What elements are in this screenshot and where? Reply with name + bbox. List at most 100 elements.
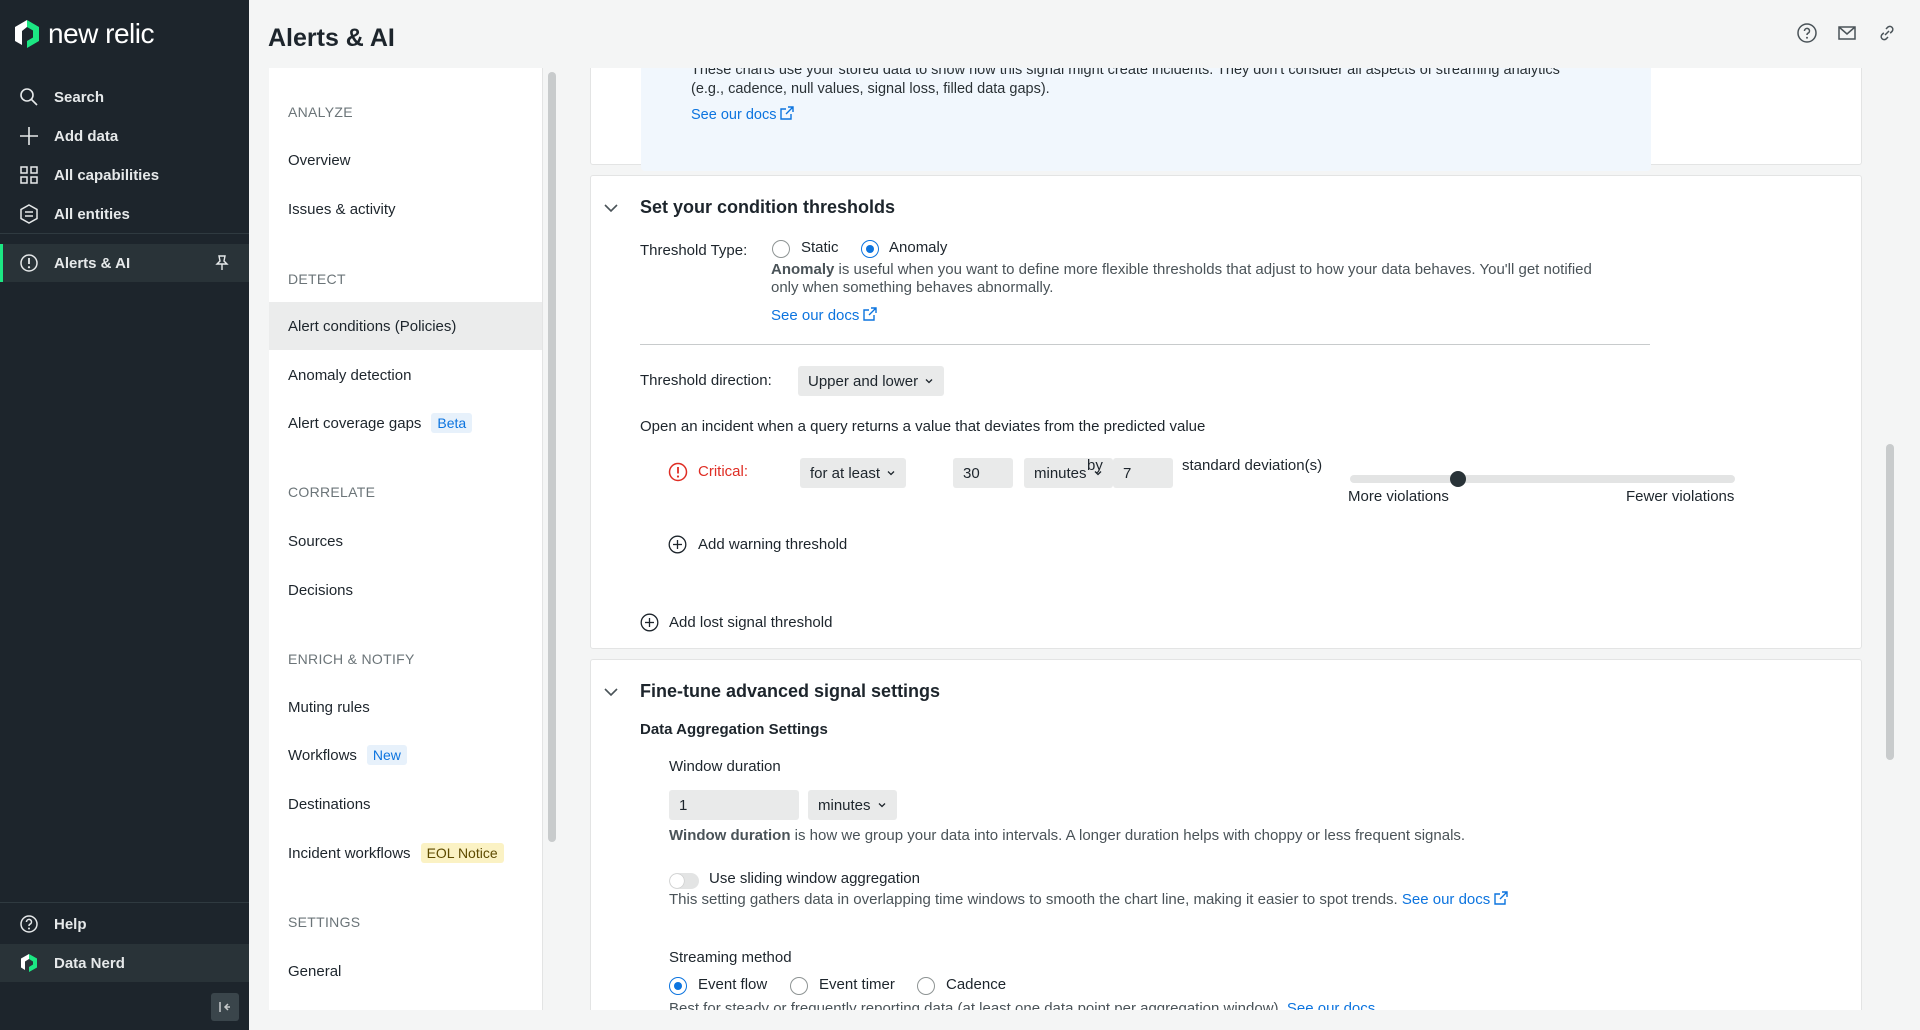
main-content: These charts use your stored data to sho… xyxy=(590,68,1862,1010)
sliding-window-toggle[interactable] xyxy=(669,873,699,889)
snav-item-issues-activity[interactable]: Issues & activity xyxy=(269,185,542,233)
mail-icon[interactable] xyxy=(1836,22,1858,44)
radio-anomaly-label: Anomaly xyxy=(889,239,948,256)
streaming-description: Best for steady or frequently reporting … xyxy=(669,1000,1375,1010)
radio-static-label: Static xyxy=(801,239,839,256)
sliding-window-description: This setting gathers data in overlapping… xyxy=(669,890,1509,909)
chevron-down-icon[interactable] xyxy=(602,683,620,701)
radio-event-flow[interactable] xyxy=(669,977,687,995)
info-line-2: (e.g., cadence, null values, signal loss… xyxy=(691,81,1050,97)
nav-help[interactable]: Help xyxy=(0,905,249,943)
snav-item-sources[interactable]: Sources xyxy=(269,517,542,565)
nav-all-capabilities[interactable]: All capabilities xyxy=(0,156,249,194)
alerts-secondary-nav: ANALYZE Overview Issues & activity DETEC… xyxy=(269,68,543,1010)
help-circle-icon[interactable] xyxy=(1796,22,1818,44)
nav-add-data-label: Add data xyxy=(54,127,119,145)
snav-item-workflows[interactable]: Workflows New xyxy=(269,731,542,779)
threshold-direction-label: Threshold direction: xyxy=(640,372,772,389)
main-scrollbar[interactable] xyxy=(1886,444,1894,760)
nav-help-label: Help xyxy=(54,915,87,933)
page-title: Alerts & AI xyxy=(268,24,395,52)
thresholds-divider xyxy=(640,344,1650,345)
window-unit-select[interactable]: minutes xyxy=(808,790,897,820)
streaming-docs-link[interactable]: See our docs xyxy=(1287,1000,1375,1010)
add-circle-icon[interactable] xyxy=(640,613,659,632)
snav-item-alert-coverage-gaps[interactable]: Alert coverage gaps Beta xyxy=(269,399,542,447)
deviation-input[interactable]: 7 xyxy=(1113,458,1173,488)
radio-cadence[interactable] xyxy=(917,977,935,995)
nav-all-capabilities-label: All capabilities xyxy=(54,166,160,184)
for-at-least-select[interactable]: for at least xyxy=(800,458,907,488)
chevron-down-icon xyxy=(878,803,885,808)
snav-item-label: Decisions xyxy=(288,581,354,599)
window-duration-input[interactable]: 1 xyxy=(669,790,799,820)
external-link-icon xyxy=(780,106,795,120)
violations-slider[interactable] xyxy=(1350,475,1735,483)
snav-item-anomaly-detection[interactable]: Anomaly detection xyxy=(269,351,542,399)
radio-static[interactable] xyxy=(772,240,790,258)
threshold-docs: See our docs xyxy=(771,306,878,324)
snav-item-general[interactable]: General xyxy=(269,947,542,995)
nav-add-data[interactable]: Add data xyxy=(0,117,249,155)
nav-user-label: Data Nerd xyxy=(54,954,125,972)
threshold-direction-select[interactable]: Upper and lower xyxy=(798,366,945,396)
snav-item-label: Alert coverage gaps xyxy=(288,414,422,432)
nav-search[interactable]: Search xyxy=(0,78,249,116)
threshold-direction-value: Upper and lower xyxy=(808,372,919,390)
snav-item-muting-rules[interactable]: Muting rules xyxy=(269,683,542,731)
anomaly-desc-line2: only when something behaves abnormally. xyxy=(771,279,1054,296)
new-relic-logo[interactable]: new relic xyxy=(14,16,154,52)
nav-divider-bottom xyxy=(0,902,249,903)
plus-icon xyxy=(20,127,38,145)
brand-name: new relic xyxy=(48,18,154,49)
snav-item-decisions[interactable]: Decisions xyxy=(269,566,542,614)
add-warning-threshold-button[interactable]: Add warning threshold xyxy=(698,536,847,553)
radio-anomaly[interactable] xyxy=(861,240,879,258)
snav-item-label: Destinations xyxy=(288,795,371,813)
collapse-icon xyxy=(219,1002,230,1012)
nav-all-entities[interactable]: All entities xyxy=(0,195,249,233)
snav-item-label: Incident workflows xyxy=(288,844,411,862)
nav-user[interactable]: Data Nerd xyxy=(0,944,249,982)
sliding-window-label: Use sliding window aggregation xyxy=(709,870,920,887)
search-icon xyxy=(20,88,38,106)
info-docs-link[interactable]: See our docs xyxy=(691,107,776,123)
section-settings: SETTINGS xyxy=(288,914,361,930)
snav-item-alert-conditions[interactable]: Alert conditions (Policies) xyxy=(269,302,542,350)
collapse-nav-button[interactable] xyxy=(211,993,239,1021)
snav-item-label: Alert conditions (Policies) xyxy=(288,317,457,335)
secondary-nav-scrollbar[interactable] xyxy=(548,72,556,842)
add-circle-icon[interactable] xyxy=(668,535,687,554)
advanced-title: Fine-tune advanced signal settings xyxy=(640,681,941,701)
thresholds-title: Set your condition thresholds xyxy=(640,197,896,217)
snav-item-incident-workflows[interactable]: Incident workflows EOL Notice xyxy=(269,829,542,877)
duration-input[interactable]: 30 xyxy=(953,458,1013,488)
snav-item-overview[interactable]: Overview xyxy=(269,136,542,184)
nav-all-entities-label: All entities xyxy=(54,205,130,223)
deviation-label: standard deviation(s) xyxy=(1182,457,1323,474)
sliding-docs-link[interactable]: See our docs xyxy=(1402,891,1490,908)
snav-item-destinations[interactable]: Destinations xyxy=(269,780,542,828)
window-description: Window duration is how we group your dat… xyxy=(669,827,1465,845)
link-icon[interactable] xyxy=(1876,22,1898,44)
pin-icon[interactable] xyxy=(213,254,231,272)
anomaly-bold: Anomaly xyxy=(771,261,835,278)
chevron-down-icon xyxy=(887,471,895,476)
entities-icon xyxy=(20,204,38,224)
aggregation-subtitle: Data Aggregation Settings xyxy=(640,721,828,738)
threshold-docs-link[interactable]: See our docs xyxy=(771,307,859,324)
chevron-down-icon[interactable] xyxy=(602,199,620,217)
nav-alerts-ai[interactable]: Alerts & AI xyxy=(0,244,249,282)
help-icon xyxy=(20,915,38,933)
preview-card: These charts use your stored data to sho… xyxy=(590,68,1862,171)
radio-event-timer[interactable] xyxy=(790,977,808,995)
violations-slider-thumb[interactable] xyxy=(1449,471,1466,487)
user-logo-icon xyxy=(21,954,37,972)
global-nav: new relic Search Add data All capabiliti… xyxy=(0,0,249,1030)
anomaly-description: Anomaly is useful when you want to defin… xyxy=(771,261,1651,297)
section-detect: DETECT xyxy=(288,271,346,287)
radio-cadence-label: Cadence xyxy=(946,976,1007,993)
new-relic-logo-icon xyxy=(15,20,39,48)
radio-event-timer-label: Event timer xyxy=(819,976,895,993)
add-lost-signal-threshold-button[interactable]: Add lost signal threshold xyxy=(669,614,832,631)
